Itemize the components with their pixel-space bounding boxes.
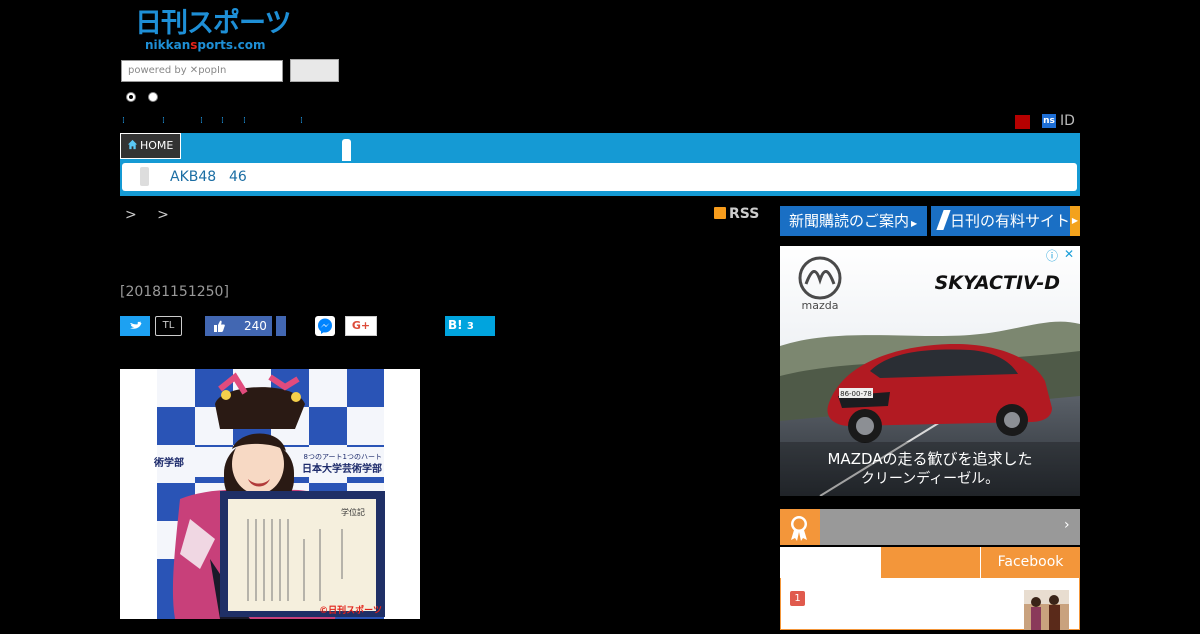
paid-sites-button[interactable]: 日刊の有料サイト [931,206,1080,236]
adchoices-icon[interactable]: ⓘ [1046,247,1058,264]
ranking-item-thumbnail[interactable] [1024,590,1069,630]
site-logo[interactable]: 日刊スポーツ [135,8,291,40]
ad-copy-line-1: MAZDAの走る歓びを追求した [827,450,1032,468]
photo-sign-text-2: 日本大学芸術学部 [302,462,382,475]
subscription-info-label: 新聞購読のご案内 [789,212,910,230]
nav-tab-active-indicator[interactable] [342,139,351,161]
facebook-like-count: 240 [244,319,267,333]
caret-right-icon: ▶ [911,219,918,228]
twitter-icon [130,321,142,329]
hatena-bookmark-icon: B! [448,318,463,332]
ranking-tab-twitter[interactable] [881,547,980,578]
ranking-header[interactable] [780,509,1080,545]
google-plus-share-button[interactable]: G+ [345,316,377,336]
nav-link-marker[interactable]: ⁞ [243,117,246,126]
thumbs-up-icon [214,320,225,332]
facebook-like-button[interactable]: 240 [205,316,272,336]
ad-license-plate: 86-00-78 [840,390,872,398]
photo-credit: ©日刊スポーツ [319,604,382,616]
nav-link-marker[interactable]: ⁞ [122,117,125,126]
ranking-thumbnail-image [1024,590,1069,630]
id-login-link[interactable]: ID [1060,113,1075,129]
edition-flag-icon[interactable] [1015,115,1030,129]
ad-headline: SKYACTIV-D [935,272,1060,294]
sub-nav-handle[interactable] [140,167,149,186]
caret-right-icon: ▶ [1070,206,1080,236]
messenger-share-button[interactable] [315,316,335,336]
twitter-share-button[interactable] [120,316,150,336]
hatena-bookmark-button[interactable]: B! 3 [445,316,495,336]
nav-link-marker[interactable]: ⁞ [221,117,224,126]
article-date: [20181151250] [120,284,229,300]
photo-sign-text-3: 術学部 [153,456,184,469]
nav-link-marker[interactable]: ⁞ [200,117,203,126]
sub-nav-link-46[interactable]: 46 [229,169,247,185]
nav-link-marker[interactable]: ⁞ [300,117,303,126]
nav-tab-home-label: HOME [140,139,174,152]
hatena-bookmark-count: 3 [466,321,474,332]
facebook-share-button[interactable] [276,316,286,336]
messenger-icon [318,318,332,334]
rss-link[interactable]: RSS [714,206,759,222]
search-scope-radio-web[interactable] [148,92,158,102]
home-icon [127,139,138,150]
pen-icon [936,210,951,230]
ranking-tab-facebook[interactable]: Facebook [980,547,1080,578]
chevron-right-icon[interactable]: › [1064,517,1070,533]
ranking-item-rank: 1 [790,591,805,606]
paid-sites-label: 日刊の有料サイト [950,212,1071,230]
sub-nav-link-akb48[interactable]: AKB48 [170,169,216,185]
ad-copy-line-2: クリーンディーゼル。 [861,470,999,487]
logo-domain-part: nikkan [145,38,191,52]
breadcrumb[interactable]: > > [125,207,177,223]
medal-icon [791,516,807,541]
rss-icon [714,207,726,219]
logo-domain-part: ports.com [197,38,266,52]
ad-image: 86-00-78 mazda SKYACTIV-D MAZDAの走る歓びを追求し… [780,246,1080,496]
diploma-title: 学位記 [341,507,365,517]
nav-link-marker[interactable]: ⁞ [162,117,165,126]
search-button[interactable] [290,59,339,82]
photo-sign-text-1: 8つのアート1つのハート [304,453,383,461]
ns-id-icon[interactable]: ns [1042,114,1056,128]
article-photo-image: 8つのアート1つのハート 日本大学芸術学部 術学部 学位記 ©日刊スポーツ [120,369,420,619]
search-scope-radio-site[interactable] [126,92,136,102]
sub-nav [122,163,1077,191]
close-ad-icon[interactable]: ✕ [1064,247,1074,261]
subscription-info-button[interactable]: 新聞購読のご案内 ▶ [780,206,927,236]
site-logo-domain: nikkansports.com [145,38,265,52]
ad-banner[interactable]: 86-00-78 mazda SKYACTIV-D MAZDAの走る歓びを追求し… [780,246,1080,496]
timeline-share-button[interactable]: TL [155,316,182,336]
rss-label: RSS [729,206,760,222]
ranking-tab-access[interactable] [780,547,881,578]
ad-brand-name: mazda [802,299,839,312]
search-input[interactable]: powered by ✕popIn [121,60,283,82]
article-photo[interactable]: 8つのアート1つのハート 日本大学芸術学部 術学部 学位記 ©日刊スポーツ [120,369,420,619]
nav-tab-home[interactable]: HOME [120,133,181,159]
ranking-medal-icon [780,509,820,545]
